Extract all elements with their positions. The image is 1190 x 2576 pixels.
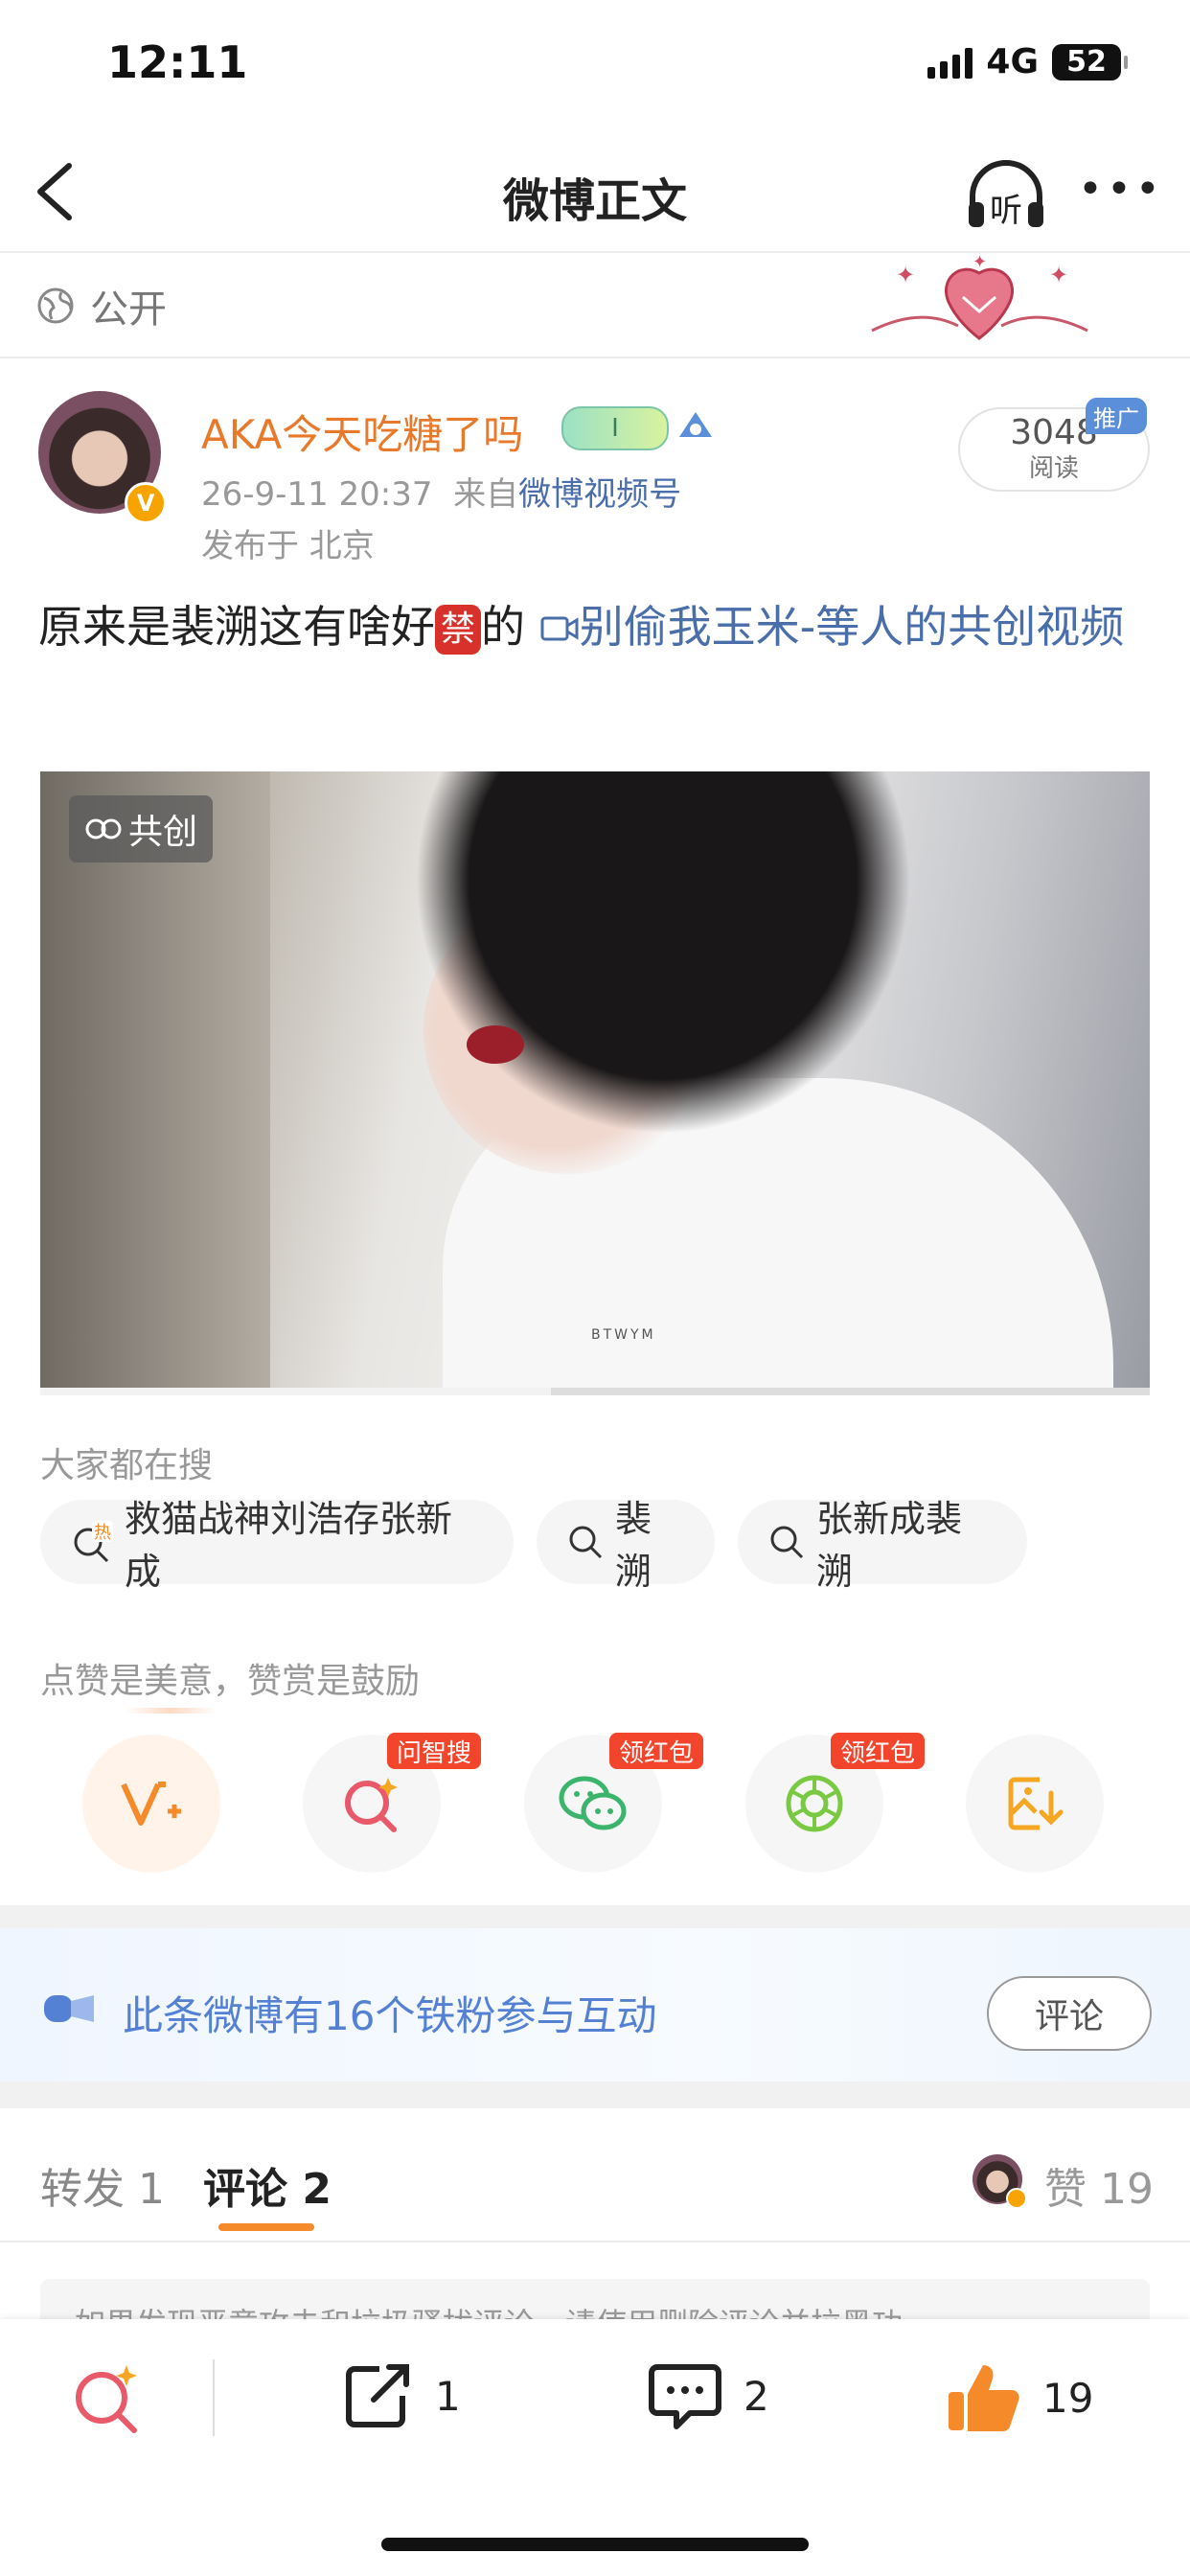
- cocreate-label: 共创: [127, 813, 197, 852]
- bottom-comment-count: 2: [744, 2372, 769, 2420]
- svg-text:✦: ✦: [973, 254, 987, 272]
- svg-text:✦: ✦: [896, 262, 915, 288]
- video-progress-fill: [40, 1388, 551, 1395]
- save-image-button[interactable]: [966, 1735, 1104, 1873]
- divider: [0, 356, 1190, 358]
- cocreate-icon: [85, 818, 122, 840]
- tab-comment-label: 评论: [203, 2165, 287, 2214]
- video-figure-lips: [467, 1025, 524, 1064]
- video-player[interactable]: BTWYM 共创: [40, 771, 1150, 1388]
- hot-tag: 热: [94, 1523, 111, 1543]
- svg-text:✦: ✦: [1049, 262, 1068, 288]
- bottom-repost-count: 1: [435, 2372, 461, 2420]
- post-text-main: 原来是裴溯这有啥好: [38, 601, 435, 653]
- apple-decoration-icon: ✦ ✦ ✦: [871, 254, 1088, 340]
- reward-button[interactable]: [82, 1735, 220, 1873]
- status-time: 12:11: [107, 36, 248, 88]
- headphones-icon: 听: [969, 160, 1043, 230]
- post-text-tail: 的: [481, 601, 539, 653]
- verified-badge-icon: [1006, 2188, 1027, 2209]
- listen-label: 听: [990, 192, 1022, 230]
- verified-badge-icon: V: [125, 482, 167, 524]
- repost-icon: [346, 2364, 409, 2427]
- post-location: 发布于 北京: [201, 527, 375, 565]
- active-tab-underline: [218, 2223, 314, 2231]
- tab-repost-count: 1: [138, 2165, 165, 2214]
- reward-indicator: [125, 1708, 217, 1714]
- status-indicators: 4G 52: [927, 42, 1128, 81]
- fan-interaction-text: 此条微博有16个铁粉参与互动: [123, 1992, 657, 2039]
- smart-search-icon: [345, 1778, 398, 1832]
- tab-likes[interactable]: 赞 19: [1044, 2154, 1154, 2216]
- hot-search-icon: 热: [74, 1521, 113, 1563]
- video-link-label: 别偷我玉米-等人的共创视频: [579, 601, 1125, 653]
- source-prefix: 来自: [453, 475, 519, 514]
- video-link[interactable]: 别偷我玉米-等人的共创视频: [539, 601, 1125, 653]
- moments-red-packet-tag: 领红包: [831, 1733, 926, 1769]
- hot-search-chip[interactable]: 裴溯: [537, 1498, 715, 1593]
- more-options-icon[interactable]: •••: [1078, 169, 1160, 211]
- hot-search-text: 张新成裴溯: [816, 1498, 963, 1593]
- tab-comment[interactable]: 评论 2: [203, 2154, 332, 2216]
- visibility-indicator: 公开: [36, 278, 167, 334]
- reward-label: 点赞是美意，赞赏是鼓励: [40, 1662, 421, 1701]
- bottom-comment-button[interactable]: 2: [648, 2359, 769, 2432]
- visibility-label: 公开: [90, 288, 167, 332]
- read-count-label: 阅读: [1028, 454, 1079, 483]
- moments-icon: [786, 1775, 843, 1832]
- video-camera-icon: [540, 616, 579, 641]
- bottom-like-button[interactable]: 19: [945, 2359, 1093, 2436]
- smart-search-tag: 问智搜: [387, 1733, 482, 1769]
- comment-icon: [649, 2364, 721, 2429]
- tab-repost[interactable]: 转发 1: [40, 2154, 165, 2216]
- fan-comment-button[interactable]: 评论: [987, 1976, 1152, 2051]
- member-level-badge[interactable]: I: [561, 406, 669, 450]
- bottom-like-count: 19: [1042, 2374, 1094, 2422]
- fan-badge-icon: [44, 1995, 94, 2022]
- wechat-icon: [559, 1776, 627, 1830]
- divider: [0, 2241, 1190, 2242]
- battery-icon: 52: [1052, 43, 1128, 80]
- wechat-red-packet-tag: 领红包: [609, 1733, 704, 1769]
- hot-search-text: 救猫战神刘浩存张新成: [125, 1498, 453, 1593]
- section-separator: [0, 1905, 1190, 1928]
- back-arrow-icon[interactable]: [29, 158, 86, 225]
- cellular-signal-icon: [927, 46, 973, 79]
- tab-likes-label: 赞: [1044, 2165, 1087, 2214]
- smart-search-icon: [76, 2365, 137, 2433]
- video-figure-hair: [414, 771, 912, 1136]
- bottom-separator: [213, 2359, 215, 2436]
- tab-repost-label: 转发: [40, 2165, 125, 2214]
- search-icon: [770, 1526, 804, 1559]
- post-source[interactable]: 微博视频号: [518, 475, 681, 514]
- post-text: 原来是裴溯这有啥好禁的 别偷我玉米-等人的共创视频: [38, 594, 1155, 659]
- hot-search-chip[interactable]: 热 救猫战神刘浩存张新成: [40, 1498, 514, 1593]
- promote-badge[interactable]: 推广: [1086, 398, 1147, 434]
- bottom-repost-button[interactable]: 1: [341, 2359, 461, 2432]
- cocreate-badge[interactable]: 共创: [69, 795, 213, 862]
- divider: [0, 251, 1190, 253]
- post-time: 26-9-11 20:37: [201, 475, 433, 514]
- post-meta: 26-9-11 20:37 来自微博视频号: [201, 468, 681, 515]
- fan-badge-icon[interactable]: [675, 406, 716, 447]
- hot-search-chip[interactable]: 张新成裴溯: [738, 1498, 1027, 1593]
- video-background-wall: [40, 771, 270, 1388]
- thumbs-up-icon: [949, 2365, 1019, 2431]
- section-separator: [0, 2082, 1190, 2108]
- bottom-smart-search-button[interactable]: [71, 2359, 144, 2436]
- home-indicator: [381, 2538, 809, 2551]
- reward-v-icon: [121, 1782, 181, 1826]
- listen-button[interactable]: 听: [963, 156, 1049, 233]
- author-name[interactable]: AKA今天吃糖了吗: [201, 402, 523, 461]
- hot-search-text: 裴溯: [615, 1498, 652, 1593]
- network-type: 4G: [986, 42, 1039, 81]
- globe-icon: [37, 288, 74, 324]
- save-image-icon: [1008, 1777, 1064, 1830]
- banned-word-badge: 禁: [435, 605, 482, 655]
- tab-likes-count: 19: [1100, 2165, 1154, 2214]
- search-icon: [569, 1526, 603, 1559]
- hot-search-label: 大家都在搜: [40, 1446, 214, 1485]
- tab-comment-count: 2: [302, 2165, 332, 2214]
- video-watermark: BTWYM: [591, 1327, 656, 1343]
